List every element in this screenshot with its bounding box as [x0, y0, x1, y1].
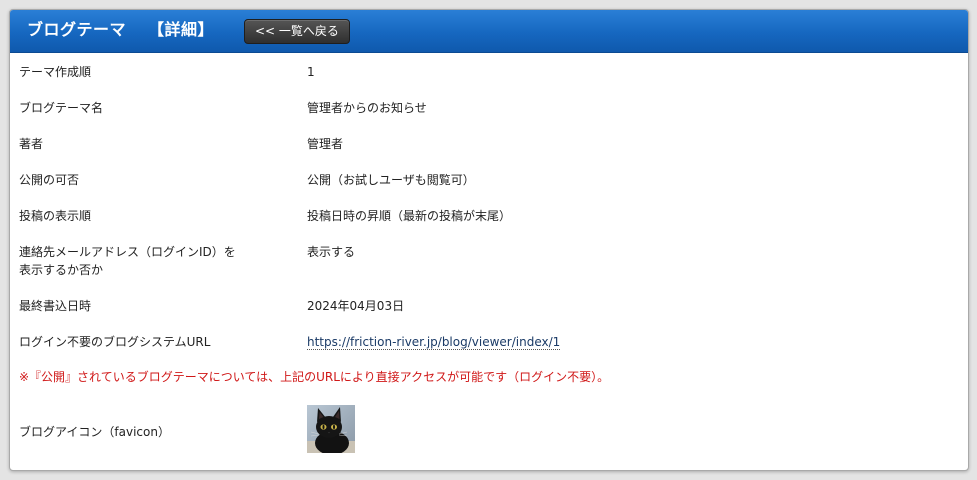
field-value: 表示する: [307, 245, 356, 259]
blog-url-link[interactable]: https://friction-river.jp/blog/viewer/in…: [307, 335, 561, 350]
field-value: https://friction-river.jp/blog/viewer/in…: [307, 333, 561, 351]
field-value: 2024年04月03日: [307, 299, 405, 313]
field-label-line2: 表示するか否か: [19, 263, 104, 277]
field-label-line1: 連絡先メールアドレス（ログインID）を: [19, 245, 236, 259]
page-title-text: ブログテーマ: [27, 20, 127, 39]
field-value: 公開（お試しユーザも閲覧可）: [307, 173, 475, 187]
field-label: 最終書込日時: [19, 299, 92, 313]
public-access-notice: ※『公開』されているブログテーマについては、上記のURLにより直接アクセスが可能…: [19, 370, 610, 384]
field-label: ブログテーマ名: [19, 101, 104, 115]
panel-header: ブログテーマ 【詳細】 << 一覧へ戻る: [10, 10, 968, 53]
page-title: ブログテーマ 【詳細】: [27, 19, 214, 41]
page-title-detail: 【詳細】: [148, 20, 215, 39]
field-label: 公開の可否: [19, 173, 80, 187]
field-value: 管理者からのお知らせ: [307, 101, 427, 115]
field-value: 1: [307, 65, 315, 79]
field-value: 管理者: [307, 137, 344, 151]
field-label: ブログアイコン（favicon）: [19, 425, 170, 439]
field-label: 連絡先メールアドレス（ログインID）を 表示するか否か: [19, 243, 259, 279]
favicon-kitten-image: [307, 405, 355, 453]
field-label: 投稿の表示順: [19, 209, 92, 223]
field-value: 投稿日時の昇順（最新の投稿が末尾）: [307, 209, 512, 223]
field-label: ログイン不要のブログシステムURL: [19, 335, 211, 349]
field-label: 著者: [19, 137, 44, 151]
blog-theme-detail-panel: ブログテーマ 【詳細】 << 一覧へ戻る テーマ作成順 1 ブログテーマ名 管理者…: [9, 9, 969, 471]
field-label: テーマ作成順: [19, 65, 92, 79]
back-to-list-button[interactable]: << 一覧へ戻る: [244, 19, 350, 44]
